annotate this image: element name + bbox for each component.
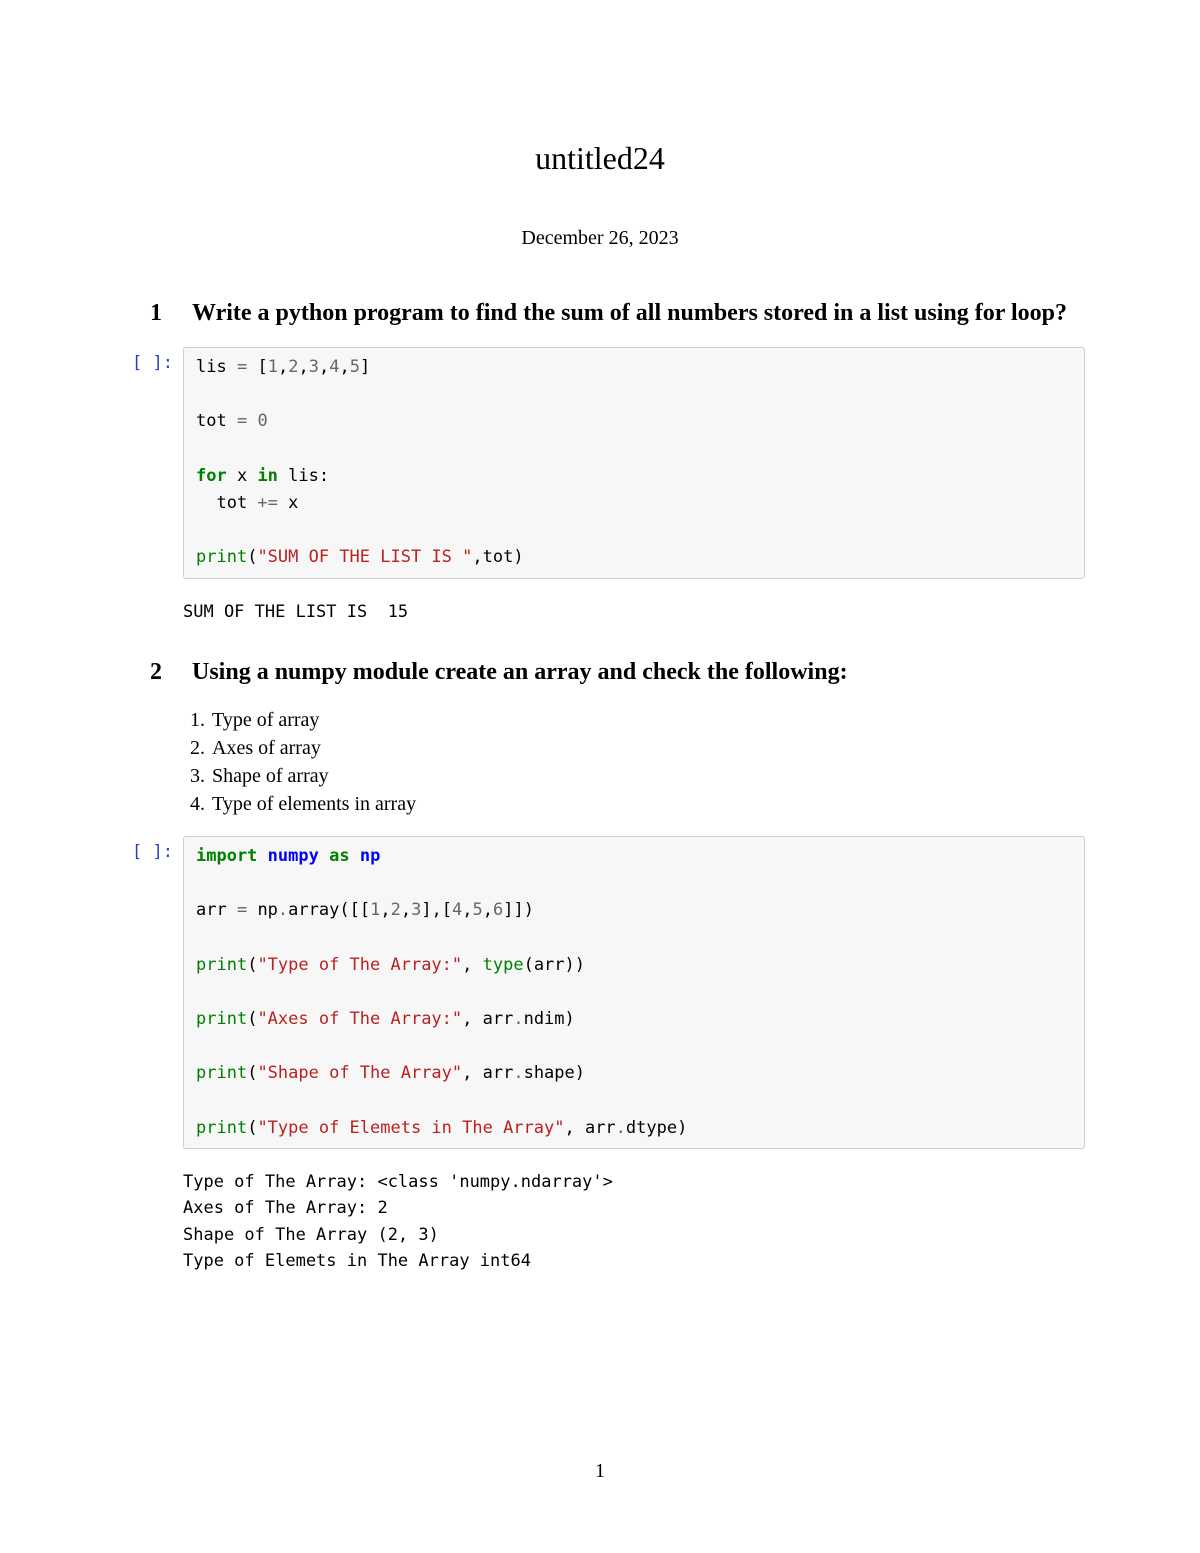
section-2-heading: 2 Using a numpy module create an array a… (115, 659, 1085, 686)
section-2-number: 2 (150, 659, 192, 686)
section-1-heading: 1 Write a python program to find the sum… (115, 300, 1085, 327)
list-item: Axes of array (210, 734, 1085, 762)
list-item: Shape of array (210, 762, 1085, 790)
cell-1-prompt: [ ]: (115, 347, 183, 579)
document-date: December 26, 2023 (115, 227, 1085, 250)
section-2-title: Using a numpy module create an array and… (192, 659, 1085, 686)
document-title: untitled24 (115, 140, 1085, 177)
cell-2-output: Type of The Array: <class 'numpy.ndarray… (183, 1161, 1085, 1274)
list-item: Type of elements in array (210, 790, 1085, 818)
code-cell-1: [ ]: lis = [1,2,3,4,5] tot = 0 for x in … (115, 347, 1085, 579)
section-2-list: Type of array Axes of array Shape of arr… (115, 706, 1085, 818)
code-cell-2: [ ]: import numpy as np arr = np.array([… (115, 836, 1085, 1149)
page-number: 1 (0, 1460, 1200, 1483)
cell-2-prompt: [ ]: (115, 836, 183, 1149)
section-1-number: 1 (150, 300, 192, 327)
section-1-title: Write a python program to find the sum o… (192, 300, 1085, 327)
cell-2-code: import numpy as np arr = np.array([[1,2,… (183, 836, 1085, 1149)
cell-1-output: SUM OF THE LIST IS 15 (183, 591, 1085, 625)
list-item: Type of array (210, 706, 1085, 734)
cell-1-code: lis = [1,2,3,4,5] tot = 0 for x in lis: … (183, 347, 1085, 579)
document-page: untitled24 December 26, 2023 1 Write a p… (0, 0, 1200, 1553)
